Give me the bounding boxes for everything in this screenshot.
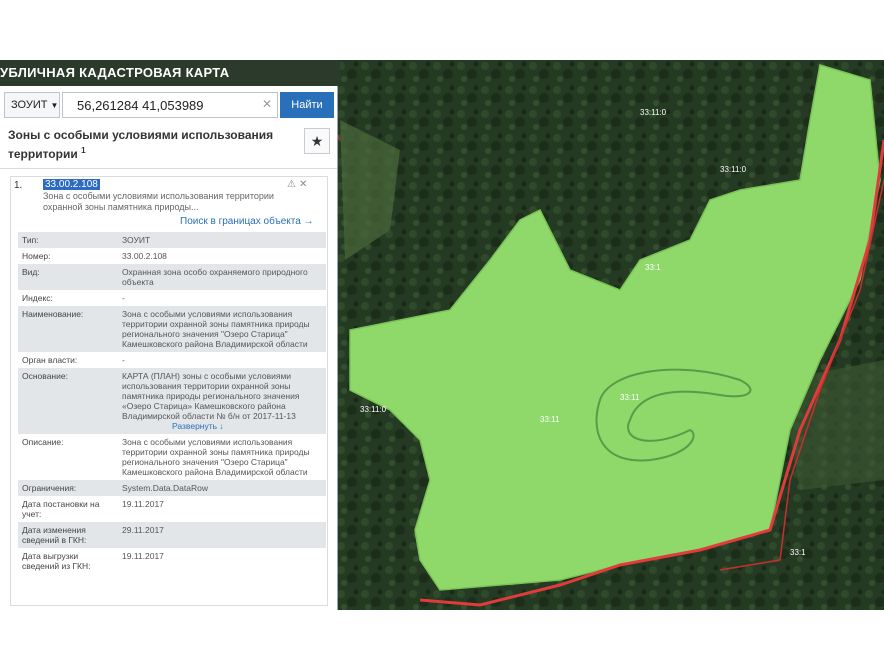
- attr-value: 29.11.2017: [122, 525, 164, 535]
- star-icon[interactable]: ★: [304, 128, 330, 154]
- search-type-select[interactable]: ЗОУИТ ▼: [4, 92, 60, 118]
- attr-value: -: [122, 293, 125, 303]
- bottom-margin: [0, 610, 884, 672]
- table-row: Дата постановки на учет: 19.11.2017: [18, 496, 326, 522]
- attr-label: Дата изменения сведений в ГКН:: [22, 525, 87, 545]
- attr-label: Тип:: [22, 235, 39, 245]
- attr-value: Зона с особыми условиями использования т…: [122, 437, 310, 477]
- table-row: Основание: КАРТА (ПЛАН) зоны с особыми у…: [18, 368, 326, 434]
- search-bar: ЗОУИТ ▼ ✕ Найти: [0, 92, 337, 118]
- parcel-label: 33:1: [645, 263, 661, 272]
- result-count: 1: [81, 146, 86, 155]
- attr-label: Основание:: [22, 371, 68, 381]
- attr-value: Зона с особыми условиями использования т…: [122, 309, 310, 349]
- search-type-label: ЗОУИТ: [11, 99, 48, 111]
- item-action-icons[interactable]: ⚠✕: [287, 179, 310, 190]
- chevron-down-icon: ▼: [50, 101, 59, 110]
- page-title: УБЛИЧНАЯ КАДАСТРОВАЯ КАРТА: [0, 60, 340, 86]
- attr-label: Наименование:: [22, 309, 84, 319]
- parcel-label: 33:11: [540, 415, 560, 424]
- table-row: Наименование: Зона с особыми условиями и…: [18, 306, 326, 352]
- attr-value: 19.11.2017: [122, 499, 164, 509]
- table-row: Номер: 33.00.2.108: [18, 248, 326, 264]
- table-row: Дата изменения сведений в ГКН: 29.11.201…: [18, 522, 326, 548]
- clear-icon[interactable]: ✕: [262, 97, 272, 111]
- attr-label: Ограничения:: [22, 483, 77, 493]
- attributes-table: Тип: ЗОУИТ Номер: 33.00.2.108 Вид: Охран…: [18, 232, 326, 574]
- attr-label: Номер:: [22, 251, 51, 261]
- parcel-label: 33:1: [790, 548, 806, 557]
- parcel-label: 33:11:0: [640, 108, 667, 117]
- section-title: Зоны с особыми условиями использования т…: [8, 128, 298, 162]
- item-description: Зона с особыми условиями использования т…: [43, 191, 274, 212]
- parcel-label: 33:11: [620, 393, 640, 402]
- expand-link[interactable]: Развернуть ↓: [172, 421, 312, 431]
- attr-value: Охранная зона особо охраняемого природно…: [122, 267, 308, 287]
- search-in-bounds-link[interactable]: Поиск в границах объекта →: [180, 216, 314, 227]
- table-row: Вид: Охранная зона особо охраняемого при…: [18, 264, 326, 290]
- attr-label: Дата выгрузки сведений из ГКН:: [22, 551, 91, 571]
- attr-label: Вид:: [22, 267, 40, 277]
- parcel-label: 33:11:0: [360, 405, 387, 414]
- section-title-text: Зоны с особыми условиями использования т…: [8, 128, 274, 161]
- attr-value: ЗОУИТ: [122, 235, 151, 245]
- item-id-link[interactable]: 33.00.2.108: [43, 179, 100, 190]
- attr-label: Орган власти:: [22, 355, 78, 365]
- table-row: Описание: Зона с особыми условиями испол…: [18, 434, 326, 480]
- attr-value: КАРТА (ПЛАН) зоны с особыми условиями ис…: [118, 368, 316, 434]
- parcel-label: 33:11:0: [720, 165, 747, 174]
- info-panel: ЗОУИТ ▼ ✕ Найти Зоны с особыми условиями…: [0, 86, 338, 610]
- table-row: Тип: ЗОУИТ: [18, 232, 326, 248]
- item-number: 1.: [14, 180, 23, 191]
- attr-label: Индекс:: [22, 293, 53, 303]
- top-margin: [0, 0, 884, 60]
- attr-value: 33.00.2.108: [122, 251, 167, 261]
- find-button[interactable]: Найти: [280, 92, 334, 118]
- attr-value-text: КАРТА (ПЛАН) зоны с особыми условиями ис…: [122, 371, 300, 421]
- table-row: Дата выгрузки сведений из ГКН: 19.11.201…: [18, 548, 326, 574]
- table-row: Ограничения: System.Data.DataRow: [18, 480, 326, 496]
- divider: [0, 168, 337, 169]
- attr-value: System.Data.DataRow: [122, 483, 208, 493]
- attr-value: -: [122, 355, 125, 365]
- table-row: Индекс: -: [18, 290, 326, 306]
- attr-label: Описание:: [22, 437, 64, 447]
- attr-label: Дата постановки на учет:: [22, 499, 100, 519]
- search-input[interactable]: [62, 92, 278, 118]
- attr-value: 19.11.2017: [122, 551, 164, 561]
- table-row: Орган власти: -: [18, 352, 326, 368]
